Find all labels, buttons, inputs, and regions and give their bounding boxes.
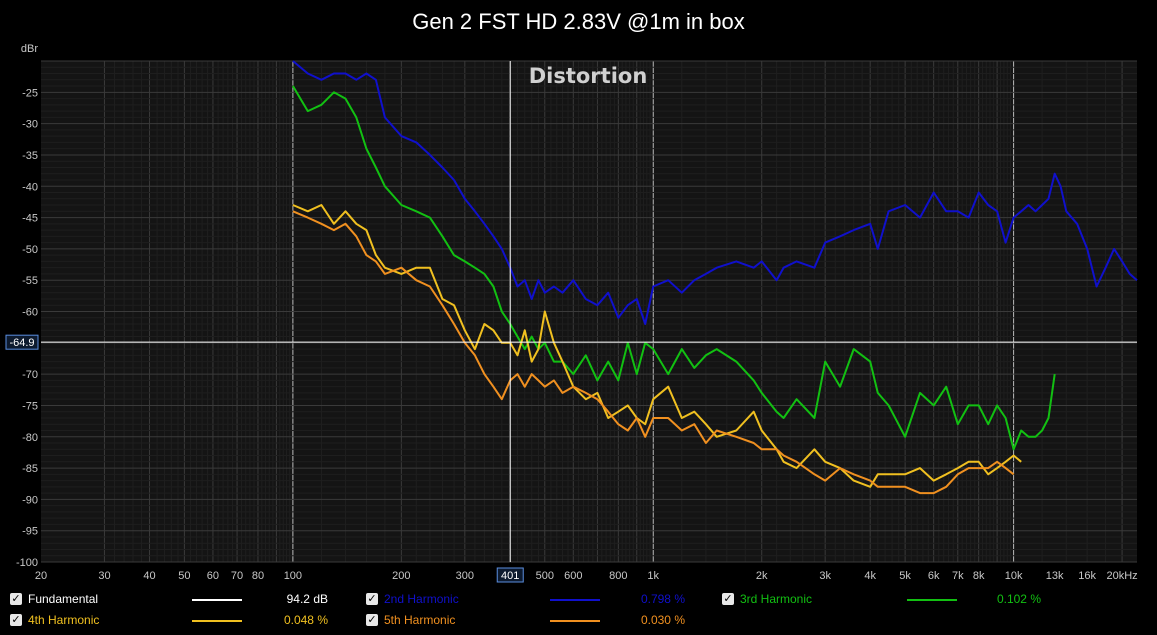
x-tick-label: 200 [392,570,410,582]
y-tick-label: -60 [22,307,38,319]
x-tick-label: 600 [564,570,582,582]
x-tick-label: 2k [756,570,768,582]
x-tick-label: 100 [284,570,302,582]
y-tick-label: -90 [22,494,38,506]
x-tick-label: 3k [819,570,831,582]
x-tick-label: 20kHz [1106,570,1137,582]
y-tick-label: -30 [22,119,38,131]
x-tick-label: 300 [456,570,474,582]
x-tick-label: 7k [952,570,964,582]
x-tick-label: 40 [143,570,155,582]
chart-annotation: Distortion [529,64,648,88]
x-tick-label: 13k [1046,570,1064,582]
legend-label: 3rd Harmonic [740,592,813,606]
y-tick-label: -35 [22,150,38,162]
x-tick-label: 8k [973,570,985,582]
y-tick-label: -25 [22,87,38,99]
x-tick-label: 50 [178,570,190,582]
legend: ✓ Fundamental 94.2 dB ✓ 2nd Harmonic 0.798 % ✓… [0,588,1157,635]
x-tick-label: 20 [35,570,47,582]
legend-value: 0.030 % [640,613,685,627]
y-tick-label: -45 [22,213,38,225]
x-tick-label: 70 [231,570,243,582]
y-tick-label: -100 [16,557,38,569]
legend-checkbox-3rd-harmonic[interactable]: ✓ [722,593,734,605]
x-tick-label: 30 [98,570,110,582]
cursor-y-label: -64.9 [9,337,34,349]
legend-checkbox-5th-harmonic[interactable]: ✓ [366,614,378,626]
legend-swatch [907,599,957,601]
legend-value: 0.102 % [996,592,1041,606]
y-tick-label: -85 [22,463,38,475]
y-tick-label: -55 [22,275,38,287]
y-tick-label: -50 [22,244,38,256]
distortion-chart[interactable]: 20 30 40 50 60 70 80 100 200 300 500 600 800 1k 2k 3k 4k… [0,0,1157,590]
x-tick-label: 10k [1005,570,1023,582]
legend-item-3rd-harmonic: ✓ 3rd Harmonic 0.102 % [0,590,1157,610]
x-tick-label: 16k [1078,570,1096,582]
legend-item-5th-harmonic: ✓ 5th Harmonic 0.030 % [0,611,1157,631]
legend-label: 5th Harmonic [384,613,456,627]
y-tick-label: -80 [22,432,38,444]
x-tick-label: 5k [899,570,911,582]
x-tick-label: 4k [864,570,876,582]
y-tick-label: -75 [22,400,38,412]
y-tick-label: -40 [22,181,38,193]
x-tick-label: 6k [928,570,940,582]
y-tick-label: -70 [22,369,38,381]
x-tick-label: 80 [252,570,264,582]
y-tick-label: -95 [22,526,38,538]
x-tick-label: 500 [536,570,554,582]
x-tick-label: 60 [207,570,219,582]
x-tick-label: 1k [647,570,659,582]
legend-swatch [550,620,600,622]
cursor-x-label: 401 [501,570,519,582]
x-tick-label: 800 [609,570,627,582]
grid-lines [41,60,1137,563]
y-axis-label: dBr [21,43,38,55]
